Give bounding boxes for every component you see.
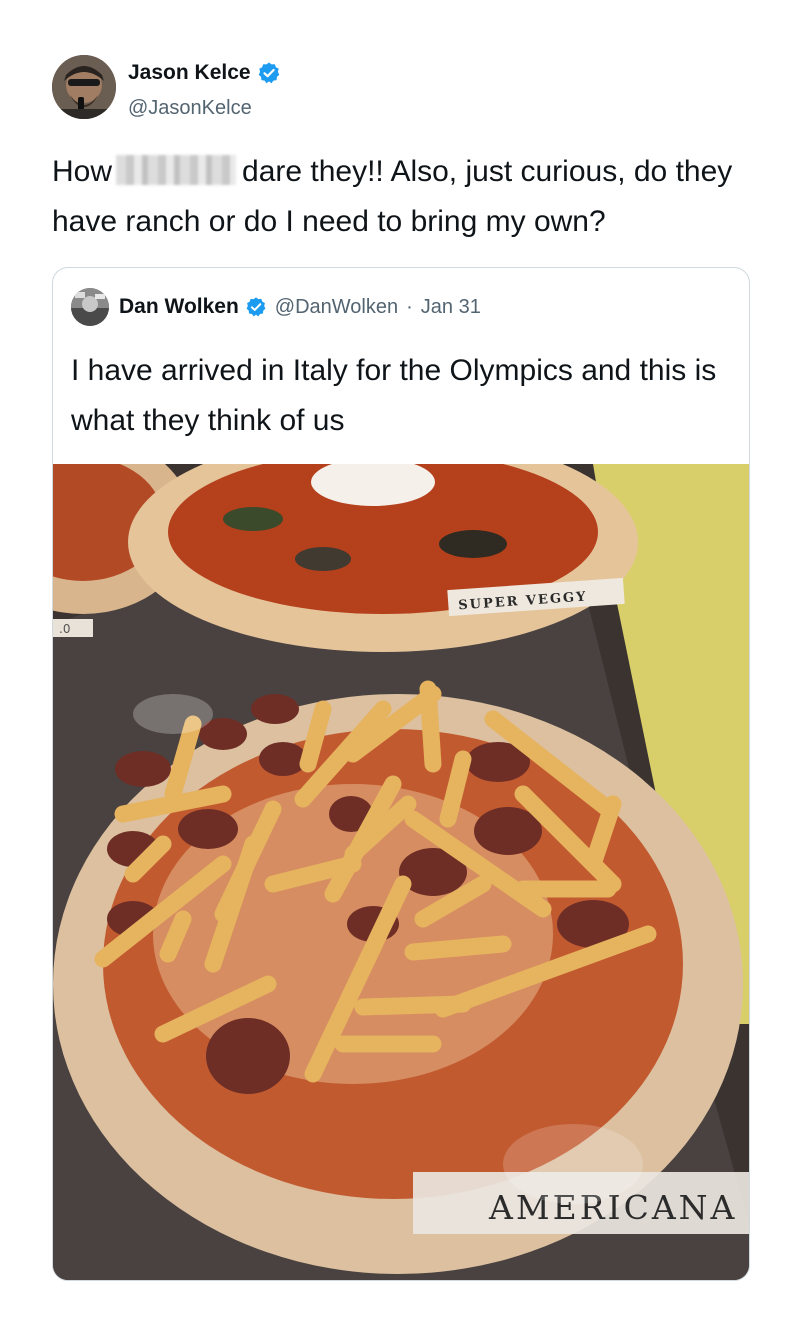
- tweet-body: How dare they!! Also, just curious, do th…: [52, 147, 752, 247]
- menu-pizza-photo[interactable]: SUPER VEGGY .0 AMERICANA: [53, 464, 749, 1280]
- quoted-tweet-card[interactable]: Dan Wolken @DanWolken · Jan 31 I have ar…: [52, 267, 750, 1281]
- author-handle[interactable]: @JasonKelce: [128, 97, 252, 120]
- quoted-tweet-header: Dan Wolken @DanWolken · Jan 31: [71, 288, 481, 326]
- quoted-author-avatar[interactable]: [71, 288, 109, 326]
- tweet-header: Jason Kelce @JasonKelce: [52, 55, 752, 119]
- author-name[interactable]: Jason Kelce: [128, 61, 251, 85]
- verified-badge-icon: [257, 61, 281, 85]
- label-price-fragment: .0: [59, 622, 70, 636]
- author-avatar[interactable]: [52, 55, 116, 119]
- tweet-text-start: How: [52, 155, 113, 188]
- quoted-author-name[interactable]: Dan Wolken: [119, 295, 239, 319]
- quoted-author-handle[interactable]: @DanWolken: [275, 296, 398, 319]
- censored-word: [116, 155, 237, 185]
- meta-separator: ·: [406, 295, 413, 318]
- verified-badge-icon: [245, 296, 267, 318]
- quoted-tweet-text: I have arrived in Italy for the Olympics…: [71, 354, 717, 437]
- quoted-tweet-date[interactable]: Jan 31: [421, 296, 481, 319]
